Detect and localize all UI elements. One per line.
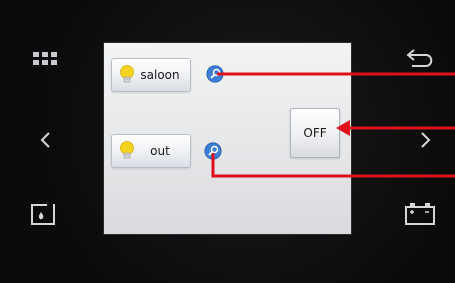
- scene-label: saloon: [140, 68, 180, 82]
- touch-screen: saloon out OFF: [103, 42, 352, 235]
- scene-label: out: [150, 144, 170, 158]
- magnifier-icon[interactable]: [206, 65, 224, 83]
- battery-icon[interactable]: [403, 202, 437, 226]
- state-toggle-button[interactable]: OFF: [290, 108, 340, 158]
- grid-menu-icon[interactable]: [30, 48, 68, 72]
- chevron-right-icon[interactable]: [415, 130, 435, 150]
- chevron-left-icon[interactable]: [36, 130, 56, 150]
- annotation-arrow-off-button: [336, 120, 455, 136]
- scene-button-saloon[interactable]: saloon: [111, 58, 191, 92]
- water-tank-icon[interactable]: [30, 202, 56, 226]
- back-arrow-icon[interactable]: [404, 44, 438, 70]
- magnifier-icon[interactable]: [204, 142, 222, 160]
- control-panel-device: saloon out OFF: [0, 0, 455, 283]
- scene-button-out[interactable]: out: [111, 134, 191, 168]
